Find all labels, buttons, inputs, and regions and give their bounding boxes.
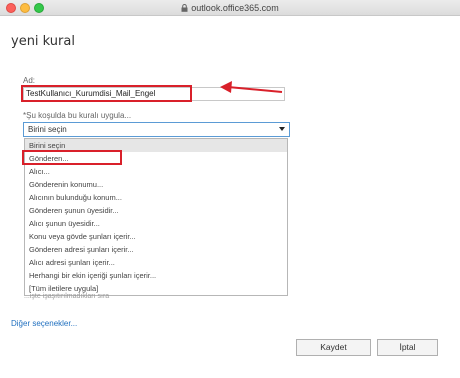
dropdown-option[interactable]: Gönderenin konumu...: [25, 178, 287, 191]
dropdown-option[interactable]: Gönderen adresi şunları içerir...: [25, 243, 287, 256]
condition-selected-value: Birini seçin: [28, 125, 67, 134]
condition-label: *Şu koşulda bu kuralı uygula...: [23, 111, 132, 120]
annotation-arrow-icon: [220, 81, 283, 93]
dropdown-option[interactable]: Alıcı...: [25, 165, 287, 178]
page-title: yeni kural: [11, 34, 75, 49]
dropdown-option[interactable]: Herhangi bir ekin içeriği şunları içerir…: [25, 269, 287, 282]
cancel-button[interactable]: İptal: [377, 339, 438, 356]
obscured-checkbox-label: ...işte işaşıtırılmadıkları sıra: [24, 293, 110, 300]
dropdown-option[interactable]: Gönderen...: [25, 152, 287, 165]
address-bar[interactable]: outlook.office365.com: [0, 2, 460, 14]
dropdown-option[interactable]: Gönderen şunun üyesidir...: [25, 204, 287, 217]
name-label: Ad:: [23, 76, 36, 85]
url-text: outlook.office365.com: [191, 3, 279, 13]
dropdown-option[interactable]: Alıcı adresi şunları içerir...: [25, 256, 287, 269]
more-options-link[interactable]: Diğer seçenekler...: [11, 319, 77, 328]
dropdown-option[interactable]: Alıcının bulunduğu konum...: [25, 191, 287, 204]
save-button[interactable]: Kaydet: [296, 339, 371, 356]
dropdown-option[interactable]: Konu veya gövde şunları içerir...: [25, 230, 287, 243]
lock-icon: [181, 4, 188, 12]
condition-dropdown-list: Birini seçin Gönderen... Alıcı... Gönder…: [24, 138, 288, 296]
dropdown-option[interactable]: Birini seçin: [25, 139, 287, 152]
chevron-down-icon: [279, 127, 285, 131]
condition-select[interactable]: Birini seçin: [23, 122, 290, 137]
dropdown-option[interactable]: Alıcı şunun üyesidir...: [25, 217, 287, 230]
browser-titlebar: outlook.office365.com: [0, 0, 460, 16]
